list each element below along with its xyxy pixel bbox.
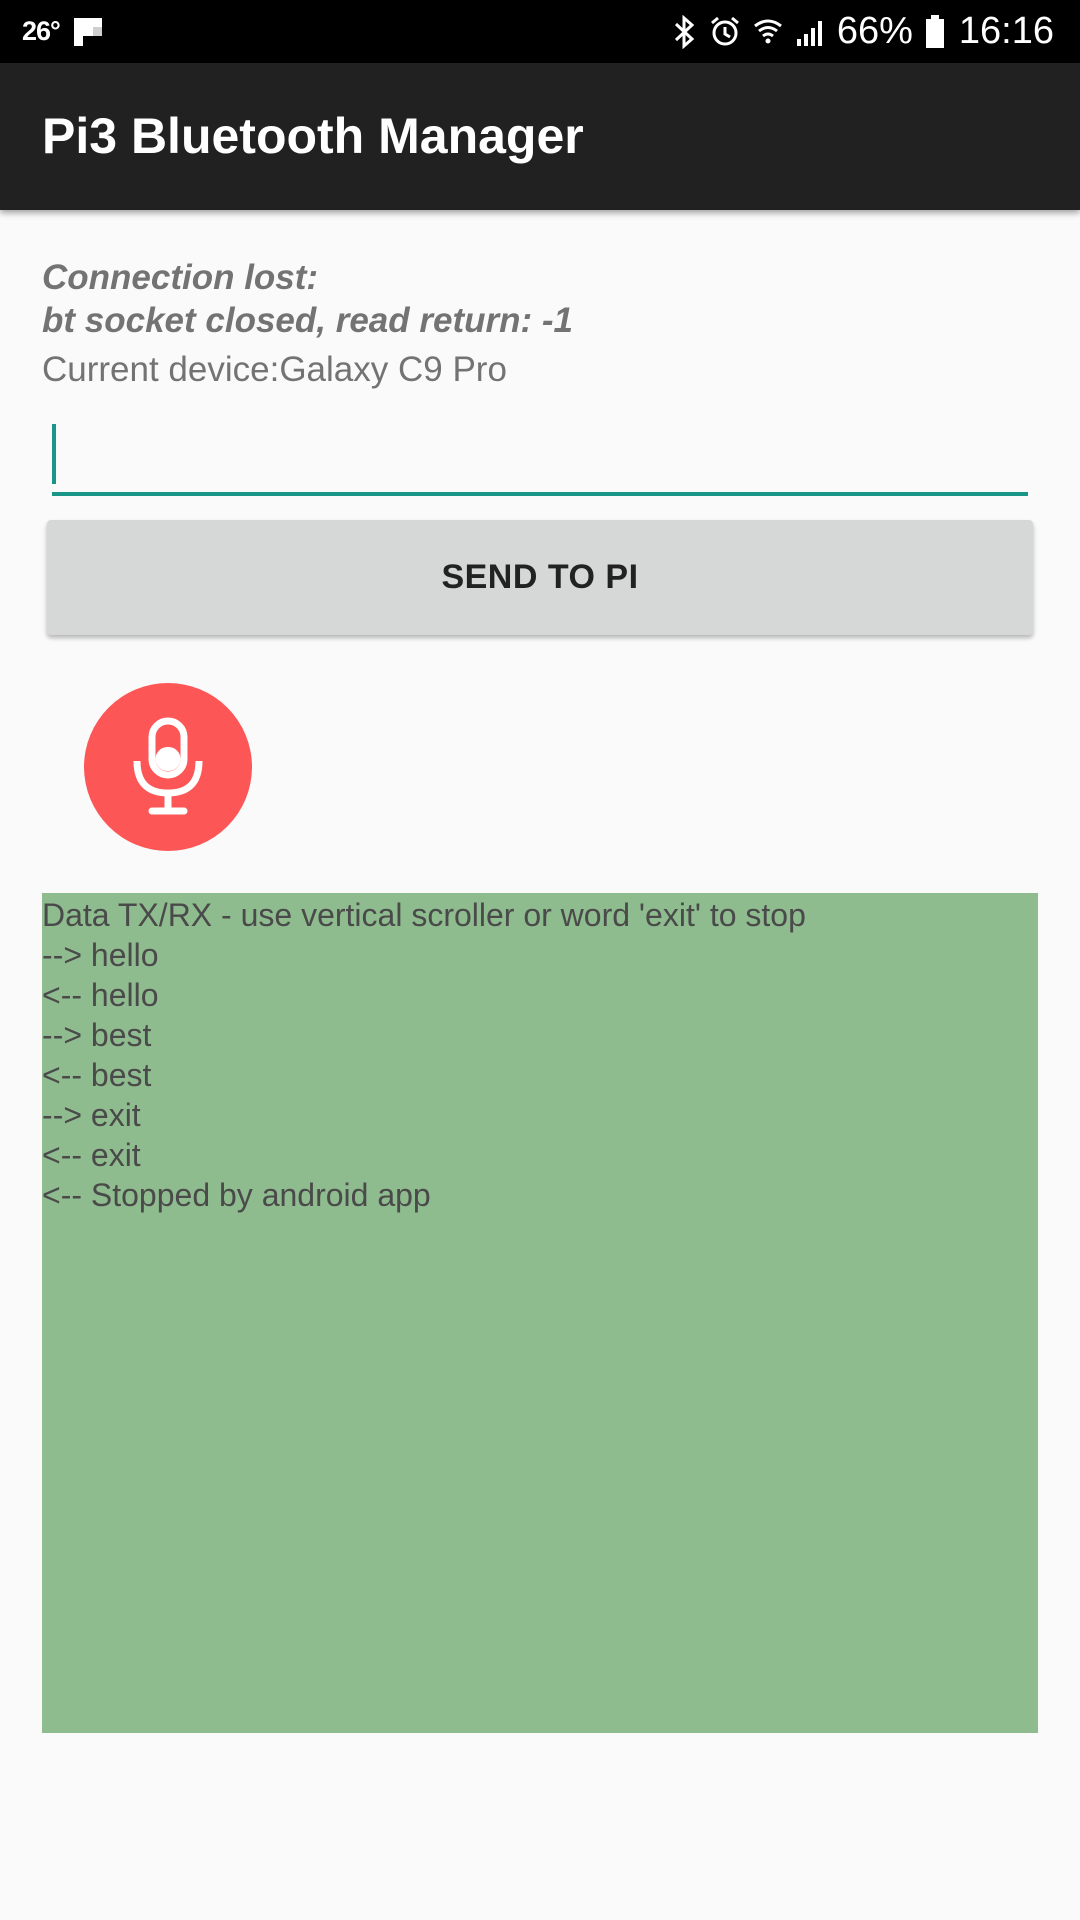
log-line: <-- hello [42, 977, 159, 1013]
app-bar: Pi3 Bluetooth Manager [0, 63, 1080, 210]
microphone-icon [133, 717, 203, 815]
alarm-icon [709, 16, 741, 48]
status-left: 26° [22, 16, 102, 47]
clock: 16:16 [958, 10, 1054, 52]
battery-icon [925, 14, 945, 49]
voice-input-button[interactable] [84, 683, 252, 851]
log-line: --> hello [42, 937, 159, 973]
log-line: <-- exit [42, 1137, 141, 1173]
message-input-container [52, 418, 1028, 498]
connection-status-line1: Connection lost: [42, 258, 319, 297]
log-line: --> exit [42, 1097, 141, 1133]
current-device-label: Current device:Galaxy C9 Pro [42, 350, 507, 389]
screen: 26° 66% 16:16 Pi3 Bluetooth Manager Conn… [0, 0, 1080, 1920]
wifi-icon [753, 16, 783, 48]
app-title: Pi3 Bluetooth Manager [42, 108, 584, 164]
log-line: <-- Stopped by android app [42, 1177, 431, 1213]
connection-status-line2: bt socket closed, read return: -1 [42, 301, 573, 340]
status-bar: 26° 66% 16:16 [0, 0, 1080, 63]
signal-icon [795, 17, 827, 47]
battery-percent: 66% [836, 10, 913, 52]
status-right: 66% 16:16 [661, 10, 1054, 53]
flipboard-icon [73, 17, 102, 46]
temperature-text: 26° [22, 16, 61, 46]
log-line: <-- best [42, 1057, 152, 1093]
message-input[interactable] [52, 418, 1028, 496]
bluetooth-icon [673, 14, 697, 49]
log-line: --> best [42, 1017, 152, 1053]
send-to-pi-button[interactable]: SEND TO PI [47, 520, 1033, 635]
log-header: Data TX/RX - use vertical scroller or wo… [42, 897, 806, 933]
data-log-panel[interactable]: Data TX/RX - use vertical scroller or wo… [42, 893, 1038, 1733]
text-cursor [52, 424, 56, 484]
